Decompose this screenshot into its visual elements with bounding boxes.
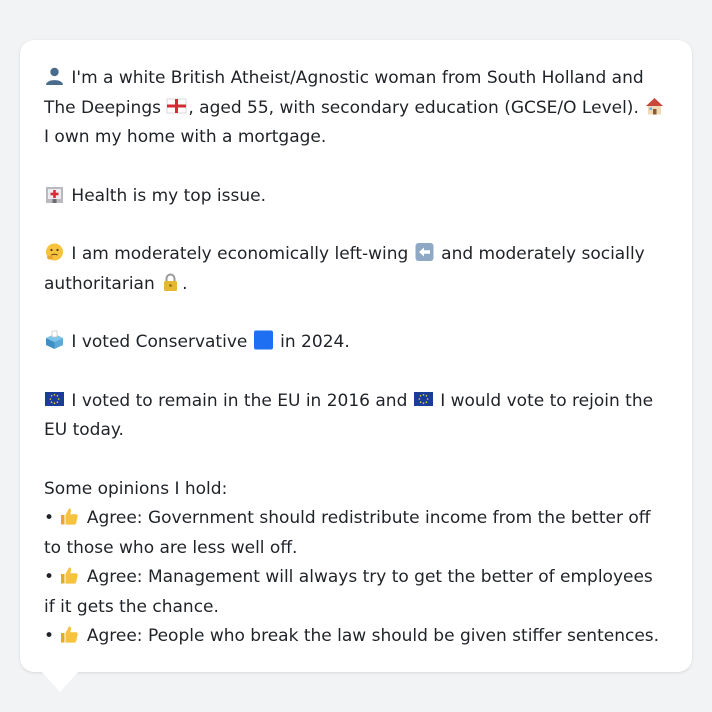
stance-label: Agree: — [86, 626, 143, 646]
vote-party-text: I voted Conservative — [71, 332, 248, 352]
stance-label: Agree: — [86, 567, 143, 587]
thinking-face-icon — [44, 242, 65, 262]
hospital-icon — [44, 184, 65, 204]
period-text: . — [182, 273, 188, 294]
bubble-tail — [40, 670, 80, 692]
opinion-text: People who break the law should be given… — [147, 626, 660, 646]
top-issue-text: Health is my top issue. — [71, 185, 266, 206]
blue-square-icon — [253, 330, 274, 350]
thumbs-up-icon — [59, 506, 80, 526]
bullet: • — [44, 567, 55, 587]
list-item: • Agree: People who break the law should… — [44, 622, 668, 652]
vote-year-text: in 2024. — [280, 332, 350, 352]
eu-flag-icon — [44, 389, 65, 409]
thumbs-up-icon — [59, 624, 80, 644]
house-icon — [644, 96, 665, 116]
eu-remain-text: I voted to remain in the EU in 2016 and — [71, 390, 408, 411]
list-item: • Agree: Government should redistribute … — [44, 504, 668, 563]
political-position-paragraph: I am moderately economically left-wing a… — [44, 240, 668, 299]
eu-paragraph: I voted to remain in the EU in 2016 and … — [44, 387, 668, 446]
ballot-box-icon — [44, 330, 65, 350]
identity-paragraph: I'm a white British Atheist/Agnostic wom… — [44, 64, 668, 153]
bullet: • — [44, 508, 55, 528]
stance-label: Agree: — [86, 508, 143, 528]
top-issue-paragraph: Health is my top issue. — [44, 182, 668, 212]
lock-icon — [160, 272, 181, 292]
bullet: • — [44, 626, 55, 646]
economic-position-text: I am moderately economically left-wing — [71, 244, 409, 264]
eu-flag-icon — [413, 389, 434, 409]
thumbs-up-icon — [59, 565, 80, 585]
left-arrow-icon — [414, 242, 435, 262]
england-flag-icon — [166, 96, 187, 116]
opinions-heading: Some opinions I hold: — [44, 478, 228, 499]
person-icon — [44, 66, 65, 86]
age-education-text: , aged 55, with secondary education (GCS… — [188, 97, 639, 118]
list-item: • Agree: Management will always try to g… — [44, 563, 668, 622]
opinions-list: Some opinions I hold: • Agree: Governmen… — [44, 475, 668, 652]
message-bubble: I'm a white British Atheist/Agnostic wom… — [20, 40, 692, 672]
home-ownership-text: I own my home with a mortgage. — [44, 127, 327, 147]
vote-2024-paragraph: I voted Conservative in 2024. — [44, 328, 668, 358]
